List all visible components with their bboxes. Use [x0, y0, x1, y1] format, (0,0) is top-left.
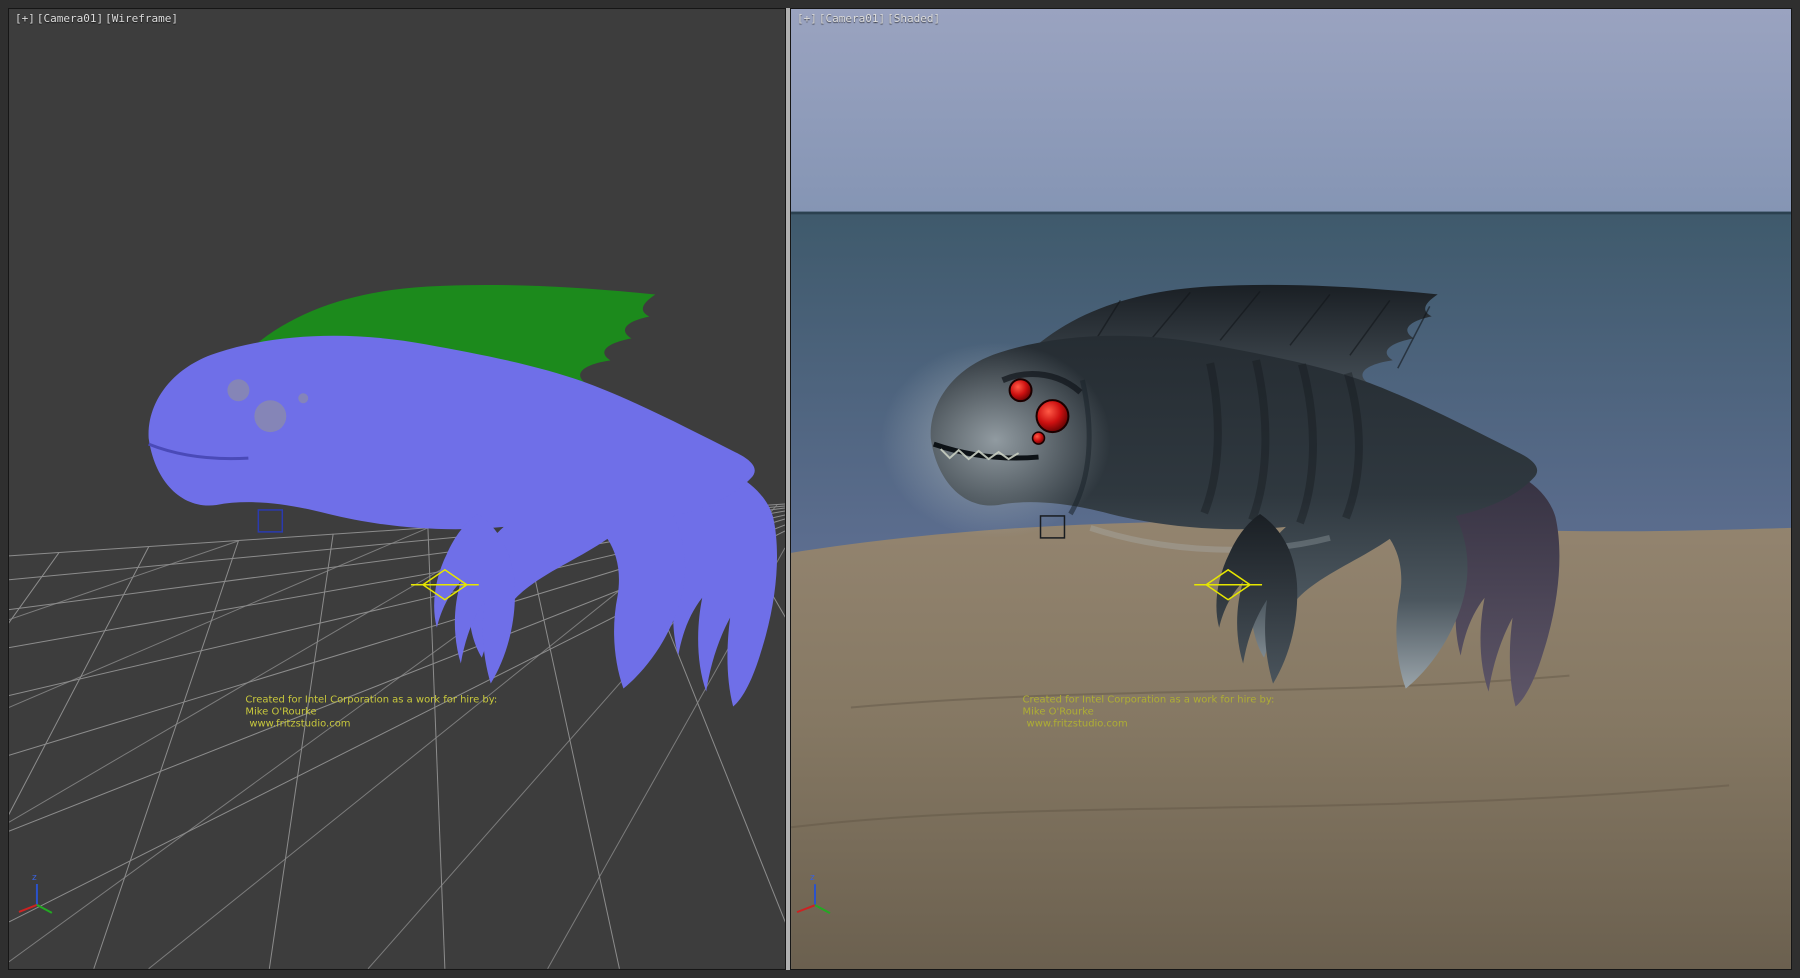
watermark-line-1: Created for Intel Corporation as a work …	[1023, 695, 1275, 706]
viewport-shading-menu[interactable]: [Wireframe]	[105, 12, 178, 25]
z-axis-label: z	[32, 873, 37, 883]
viewport-shaded[interactable]: Created for Intel Corporation as a work …	[790, 8, 1792, 970]
sky	[791, 9, 1791, 212]
watermark-line-2: Mike O'Rourke	[1023, 707, 1094, 718]
viewport-shading-menu[interactable]: [Shaded]	[887, 12, 940, 25]
eye-large	[254, 400, 286, 432]
eye-medium	[227, 379, 249, 401]
viewport-workspace: Created for Intel Corporation as a work …	[0, 0, 1800, 978]
viewport-canvas-right[interactable]: Created for Intel Corporation as a work …	[791, 9, 1791, 969]
viewport-label-left: [+][Camera01][Wireframe]	[15, 12, 180, 25]
watermark-line-3: www.fritzstudio.com	[249, 718, 350, 729]
viewport-wireframe[interactable]: Created for Intel Corporation as a work …	[8, 8, 786, 970]
z-axis-label: z	[810, 873, 815, 883]
eye-large	[1037, 400, 1069, 432]
watermark-line-3: www.fritzstudio.com	[1027, 719, 1128, 730]
viewport-canvas-left[interactable]: Created for Intel Corporation as a work …	[9, 9, 785, 969]
nostril	[298, 393, 308, 403]
viewport-camera-menu[interactable]: [Camera01]	[37, 12, 103, 25]
viewport-camera-menu[interactable]: [Camera01]	[819, 12, 885, 25]
horizon-line	[791, 212, 1791, 215]
watermark-line-1: Created for Intel Corporation as a work …	[245, 694, 497, 705]
watermark-line-2: Mike O'Rourke	[245, 706, 316, 717]
eye-medium	[1010, 379, 1032, 401]
viewport-menu-button[interactable]: [+]	[15, 12, 35, 25]
viewport-menu-button[interactable]: [+]	[797, 12, 817, 25]
eye-small	[1033, 432, 1045, 444]
viewport-label-right: [+][Camera01][Shaded]	[797, 12, 942, 25]
